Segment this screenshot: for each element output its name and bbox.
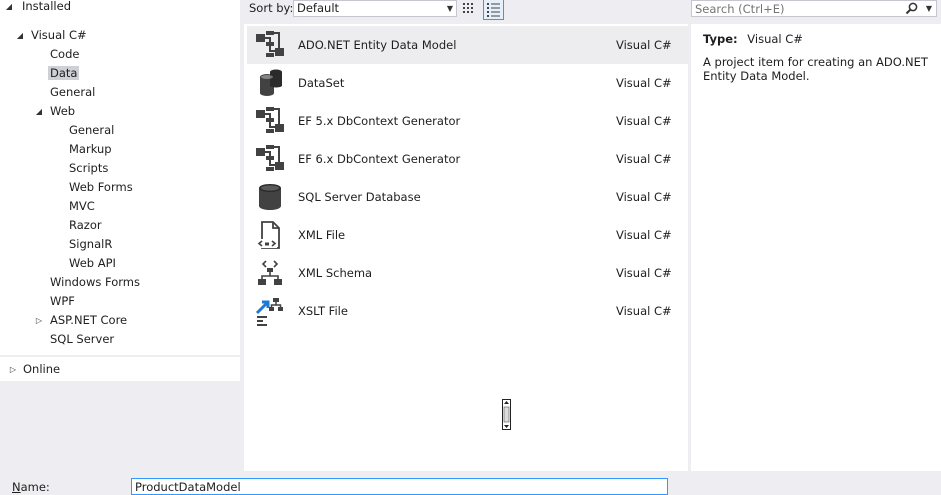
tree-item-label: Web [50,104,76,118]
tree-item-label: Windows Forms [50,275,140,289]
dataset-icon [260,69,282,96]
database-icon [259,184,281,210]
tree-item-data[interactable]: Data [48,64,80,83]
entity-model-icon [256,31,284,57]
tree-item-label: Web API [69,256,116,270]
tree-item-label: Razor [69,218,102,232]
template-name: XML Schema [298,266,373,280]
tree-item-label: Visual C# [31,28,87,42]
tree-item-label: Scripts [69,161,109,175]
grip-icon [503,401,510,428]
template-name: SQL Server Database [298,190,421,204]
expand-arrow-icon[interactable]: ▷ [34,311,44,330]
search-icon[interactable] [905,2,918,15]
dropdown-arrow-icon: ▼ [446,4,453,13]
template-name: EF 5.x DbContext Generator [298,114,461,128]
tree-item-label: ASP.NET Core [50,313,128,327]
template-list: ADO.NET Entity Data Model Visual C# Data… [244,24,688,471]
tree-item-general[interactable]: General [50,83,95,102]
tree-item-mvc[interactable]: MVC [69,197,95,216]
tree-item-razor[interactable]: Razor [69,216,102,235]
tree-item-sql-server[interactable]: SQL Server [50,330,114,349]
template-name: ADO.NET Entity Data Model [298,38,457,52]
dropdown-arrow-icon[interactable]: ▼ [926,1,932,16]
tree-online-section: ▷ Online [0,357,240,381]
tree-item-markup[interactable]: Markup [69,140,112,159]
template-tree: ◢ Installed ◢ Visual C# Code Data Genera… [0,0,240,355]
tree-item-windows-forms[interactable]: Windows Forms [50,273,140,292]
template-item[interactable]: EF 6.x DbContext Generator Visual C# [247,140,688,178]
tree-item-wpf[interactable]: WPF [50,292,75,311]
tree-item-code[interactable]: Code [50,45,79,64]
name-label-rest: ame: [20,480,50,494]
list-view-button[interactable] [483,0,504,20]
tree-item-label: SignalR [69,237,113,251]
name-label-accesskey: N [12,480,21,494]
template-item[interactable]: EF 5.x DbContext Generator Visual C# [247,102,688,140]
template-language: Visual C# [616,228,672,242]
toolbar: Sort by: Default ▼ [244,0,688,22]
tree-item-label: Installed [22,0,71,13]
details-panel: Type: Visual C# A project item for creat… [691,24,941,471]
tree-item-label: Code [50,47,80,61]
template-item[interactable]: DataSet Visual C# [247,64,688,102]
entity-model-icon [256,107,284,133]
xml-file-icon [257,221,280,249]
tree-item-web-general[interactable]: General [69,121,114,140]
template-item[interactable]: XML Schema Visual C# [247,254,688,292]
list-view-icon [487,3,500,17]
template-language: Visual C# [616,190,672,204]
tree-item-scripts[interactable]: Scripts [69,159,108,178]
tree-item-label: Data [48,66,80,80]
template-language: Visual C# [616,152,672,166]
template-language: Visual C# [616,38,672,52]
sort-dropdown[interactable]: Default ▼ [293,0,457,17]
template-item[interactable]: XML File Visual C# [247,216,688,254]
search-input[interactable] [695,1,905,16]
xslt-file-icon [255,298,283,326]
expand-arrow-icon[interactable]: ▷ [8,360,18,379]
tree-item-label: General [50,85,96,99]
type-label: Type: [703,32,738,46]
tree-item-signalr[interactable]: SignalR [69,235,112,254]
tree-item-label: Markup [69,142,112,156]
template-item[interactable]: SQL Server Database Visual C# [247,178,688,216]
grid-view-icon [463,3,473,13]
template-name: EF 6.x DbContext Generator [298,152,461,166]
tree-item-label: Web Forms [69,180,133,194]
xml-schema-icon [258,260,282,285]
template-language: Visual C# [616,114,672,128]
resize-grip[interactable] [502,399,511,430]
tree-item-web-api[interactable]: Web API [69,254,116,273]
template-name: XSLT File [298,304,348,318]
name-label: Name: [12,480,50,494]
sort-value: Default [297,1,340,15]
tree-item-label: WPF [50,294,75,308]
tree-item-label: General [69,123,115,137]
tree-item-web-forms[interactable]: Web Forms [69,178,133,197]
template-language: Visual C# [616,76,672,90]
template-language: Visual C# [616,266,672,280]
entity-model-icon [256,145,284,171]
template-item[interactable]: ADO.NET Entity Data Model Visual C# [247,26,688,64]
template-language: Visual C# [616,304,672,318]
search-box[interactable]: ▼ [691,0,937,17]
template-description: A project item for creating an ADO.NET E… [703,55,928,83]
tree-item-label: Online [23,362,61,376]
collapse-arrow-icon[interactable]: ◢ [34,102,44,121]
tree-item-label: MVC [69,199,95,213]
collapse-arrow-icon[interactable]: ◢ [4,0,14,16]
collapse-arrow-icon[interactable]: ◢ [15,26,25,45]
sort-label: Sort by: [249,1,294,15]
type-value: Visual C# [747,32,803,46]
template-name: XML File [298,228,346,242]
template-item[interactable]: XSLT File Visual C# [247,292,688,330]
tree-item-label: SQL Server [50,332,115,346]
template-name: DataSet [298,76,345,90]
type-line: Type: Visual C# [703,32,803,47]
small-icons-view-button[interactable] [458,0,478,19]
name-input[interactable] [131,478,668,495]
